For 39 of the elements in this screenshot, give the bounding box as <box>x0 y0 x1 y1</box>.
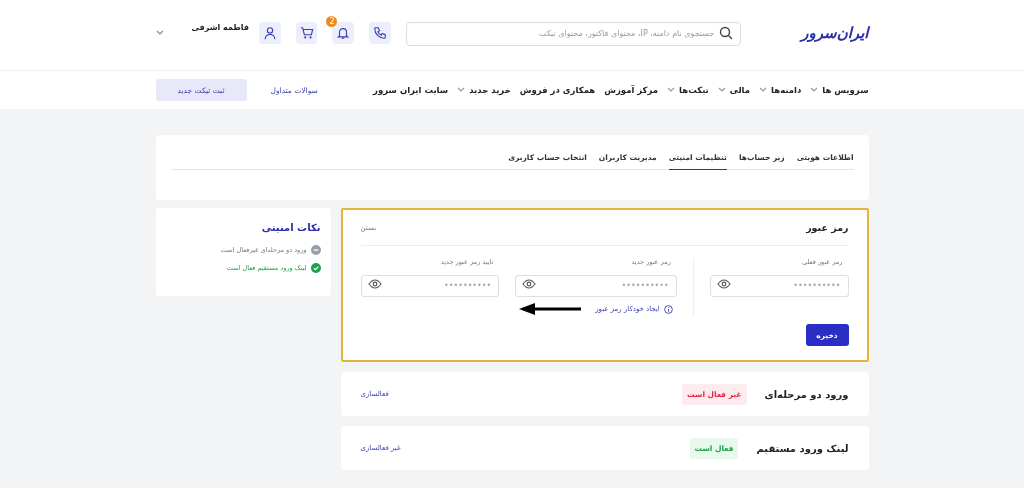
search-icon <box>719 26 734 40</box>
chevron-down-icon[interactable] <box>457 87 466 93</box>
chevron-down-icon[interactable] <box>717 87 726 93</box>
nav-link[interactable]: سرویس ها <box>822 85 869 95</box>
nav-link[interactable]: مالی <box>729 85 751 95</box>
password-field[interactable]: •••••••••• <box>360 274 500 297</box>
nav-link[interactable]: خرید جدید <box>469 85 511 95</box>
nav-link[interactable]: مرکز آموزش <box>604 85 659 95</box>
nav-link[interactable]: همکاری در فروش <box>519 85 596 95</box>
cart-button[interactable] <box>295 22 318 44</box>
chevron-down-icon[interactable] <box>667 87 676 93</box>
phone-button[interactable] <box>369 22 392 44</box>
password-field[interactable]: •••••••••• <box>709 274 849 297</box>
nav-link[interactable]: دامنه‌ها <box>771 85 802 95</box>
setting-title: لینک ورود مستقیم <box>756 442 849 454</box>
user-name[interactable]: فاطمه اشرفی <box>191 22 250 32</box>
setting-title: ورود دو مرحله‌ای <box>764 388 849 400</box>
chevron-down-icon[interactable] <box>759 87 768 93</box>
eye-icon[interactable] <box>716 279 731 289</box>
card-title: نکات امنیتی <box>260 222 321 233</box>
eye-icon[interactable] <box>367 279 382 289</box>
chevron-down-icon[interactable] <box>155 30 164 36</box>
user-icon <box>262 26 277 40</box>
eye-icon[interactable] <box>522 279 537 289</box>
search-field[interactable]: جستجوی نام دامنه، IP، محتوای فاکتور، محتوای تیکت <box>406 21 742 46</box>
info-icon <box>663 304 673 314</box>
password-field[interactable]: •••••••••• <box>515 274 677 297</box>
notifications-button[interactable] <box>332 22 355 44</box>
notification-badge: 2 <box>326 16 338 27</box>
phone-icon <box>373 26 388 40</box>
card-title: رمز عبور <box>806 222 849 233</box>
logo[interactable]: ایران‌سرور <box>801 24 869 42</box>
nav-link[interactable]: سایت ایران سرور <box>373 85 449 95</box>
cart-icon <box>299 26 314 40</box>
chevron-down-icon[interactable] <box>810 87 819 93</box>
arrow <box>519 302 582 316</box>
nav-link[interactable]: تیکت‌ها <box>679 85 709 95</box>
bell-icon <box>336 26 351 40</box>
user-button[interactable] <box>259 22 281 44</box>
